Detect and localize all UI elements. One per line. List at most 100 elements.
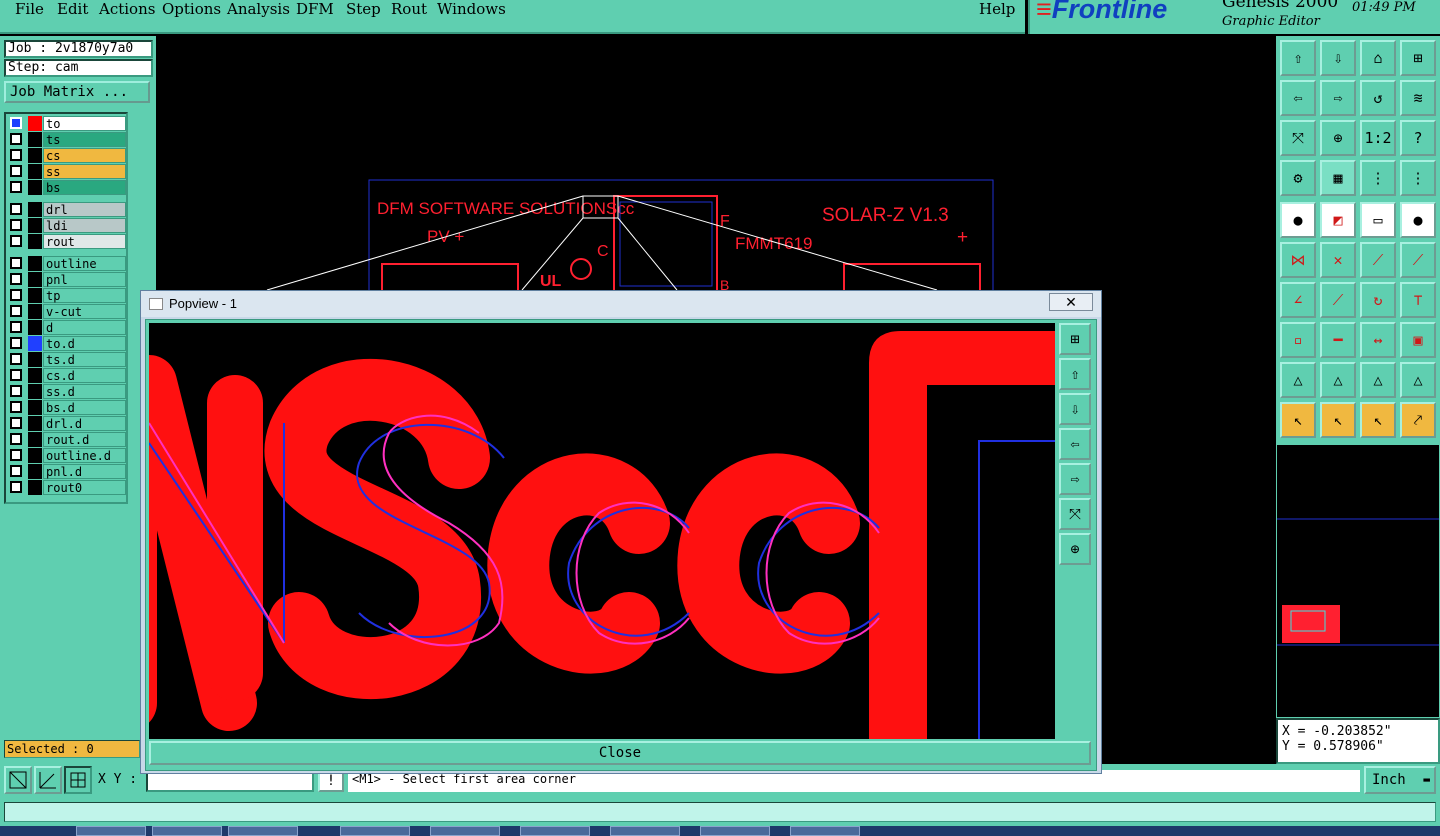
zoom-window-icon[interactable]: ⊞ xyxy=(1059,323,1091,355)
zoom-fit-icon[interactable]: ⤧ xyxy=(1059,498,1091,530)
unit-selector[interactable]: Inch ▬ xyxy=(1364,766,1436,794)
line-h-icon[interactable]: ━ xyxy=(1320,322,1356,358)
layer-name[interactable]: tp xyxy=(43,288,126,303)
layer-checkbox[interactable] xyxy=(10,337,22,349)
stretch-icon[interactable]: ↔ xyxy=(1360,322,1396,358)
layer-row[interactable]: to.d xyxy=(8,336,128,351)
cross-icon[interactable]: ✕ xyxy=(1320,242,1356,278)
close-icon[interactable]: ✕ xyxy=(1049,293,1093,311)
layer-row[interactable]: bs.d xyxy=(8,400,128,415)
layer-checkbox[interactable] xyxy=(10,401,22,413)
layer-checkbox[interactable] xyxy=(10,133,22,145)
layer-checkbox[interactable] xyxy=(10,385,22,397)
ruler-icon[interactable]: ▭ xyxy=(1360,202,1396,238)
line-icon[interactable]: ⟋ xyxy=(1360,242,1396,278)
pan-up-icon[interactable]: ⇧ xyxy=(1059,358,1091,390)
menu-windows[interactable]: Windows xyxy=(437,0,506,18)
fill-icon[interactable]: ◩ xyxy=(1320,202,1356,238)
layer-checkbox[interactable] xyxy=(10,417,22,429)
circle-icon[interactable]: ● xyxy=(1400,202,1436,238)
menu-file[interactable]: File xyxy=(15,0,44,18)
pan-right-icon[interactable]: ⇨ xyxy=(1059,463,1091,495)
popview-canvas[interactable] xyxy=(149,323,1055,739)
menu-options[interactable]: Options xyxy=(162,0,221,18)
menu-edit[interactable]: Edit xyxy=(57,0,88,18)
layer-name[interactable]: ss xyxy=(43,164,126,179)
menu-step[interactable]: Step xyxy=(346,0,381,18)
layer-row[interactable]: outline.d xyxy=(8,448,128,463)
layer-checkbox[interactable] xyxy=(10,481,22,493)
pointer-icon[interactable]: ↖ xyxy=(1280,402,1316,438)
window-icon[interactable]: ⊞ xyxy=(1400,40,1436,76)
layer-checkbox[interactable] xyxy=(10,219,22,231)
rotate-icon[interactable]: ↻ xyxy=(1360,282,1396,318)
layer-row[interactable]: cs xyxy=(8,148,128,163)
layer-checkbox[interactable] xyxy=(10,257,22,269)
close-button[interactable]: Close xyxy=(149,741,1091,765)
layer-checkbox[interactable] xyxy=(10,165,22,177)
arc-2-icon[interactable]: △ xyxy=(1320,362,1356,398)
layer-checkbox[interactable] xyxy=(10,305,22,317)
layer-checkbox[interactable] xyxy=(10,273,22,285)
pan-right-icon[interactable]: ⇨ xyxy=(1320,80,1356,116)
measure-icon[interactable] xyxy=(34,766,62,794)
layer-checkbox[interactable] xyxy=(10,235,22,247)
layer-row[interactable]: ts.d xyxy=(8,352,128,367)
settings-icon[interactable]: ⚙ xyxy=(1280,160,1316,196)
diag-line-icon[interactable]: ⟋ xyxy=(1320,282,1356,318)
layer-row[interactable]: v-cut xyxy=(8,304,128,319)
layer-row[interactable]: rout.d xyxy=(8,432,128,447)
layer-name[interactable]: rout0 xyxy=(43,480,126,495)
layer-name[interactable]: ss.d xyxy=(43,384,126,399)
scale-icon[interactable]: 1:2 xyxy=(1360,120,1396,156)
layer-name[interactable]: ts.d xyxy=(43,352,126,367)
layer-name[interactable]: v-cut xyxy=(43,304,126,319)
connect-icon[interactable]: ⋈ xyxy=(1280,242,1316,278)
group-icon[interactable]: ▣ xyxy=(1400,322,1436,358)
layer-row[interactable]: tp xyxy=(8,288,128,303)
layer-row[interactable]: to xyxy=(8,116,128,131)
layer-name[interactable]: pnl.d xyxy=(43,464,126,479)
layer-name[interactable]: rout xyxy=(43,234,126,249)
pan-up-icon[interactable]: ⇧ xyxy=(1280,40,1316,76)
node-icon[interactable]: ▫ xyxy=(1280,322,1316,358)
overview-map[interactable] xyxy=(1276,444,1440,718)
layer-checkbox[interactable] xyxy=(10,433,22,445)
layer-name[interactable]: rout.d xyxy=(43,432,126,447)
layer-name[interactable]: cs.d xyxy=(43,368,126,383)
layer-checkbox[interactable] xyxy=(10,289,22,301)
grid-icon[interactable]: ▦ xyxy=(1320,160,1356,196)
layer-toggle-alt-icon[interactable]: ⋮ xyxy=(1400,160,1436,196)
layer-row[interactable]: ldi xyxy=(8,218,128,233)
layer-row[interactable]: drl xyxy=(8,202,128,217)
grid-icon[interactable] xyxy=(64,766,92,794)
layer-name[interactable]: drl xyxy=(43,202,126,217)
arc-4-icon[interactable]: △ xyxy=(1400,362,1436,398)
layer-checkbox[interactable] xyxy=(10,369,22,381)
arc-icon[interactable]: △ xyxy=(1280,362,1316,398)
layer-name[interactable]: drl.d xyxy=(43,416,126,431)
layer-name[interactable]: bs.d xyxy=(43,400,126,415)
pan-down-icon[interactable]: ⇩ xyxy=(1059,393,1091,425)
menu-help[interactable]: Help xyxy=(979,0,1015,18)
menu-actions[interactable]: Actions xyxy=(99,0,155,18)
layer-row[interactable]: bs xyxy=(8,180,128,195)
layer-row[interactable]: pnl.d xyxy=(8,464,128,479)
layer-checkbox[interactable] xyxy=(10,353,22,365)
layer-row[interactable]: drl.d xyxy=(8,416,128,431)
route-icon[interactable]: ⤤ xyxy=(1400,402,1436,438)
layer-row[interactable]: outline xyxy=(8,256,128,271)
layer-row[interactable]: pnl xyxy=(8,272,128,287)
pan-left-icon[interactable]: ⇦ xyxy=(1059,428,1091,460)
pad-icon[interactable]: ● xyxy=(1280,202,1316,238)
layer-name[interactable]: ldi xyxy=(43,218,126,233)
layer-name[interactable]: d xyxy=(43,320,126,335)
layer-name[interactable]: bs xyxy=(43,180,126,195)
layer-row[interactable]: rout0 xyxy=(8,480,128,495)
layer-name[interactable]: to.d xyxy=(43,336,126,351)
layer-row[interactable]: ts xyxy=(8,132,128,147)
text-icon[interactable]: ⊤ xyxy=(1400,282,1436,318)
layer-toggle-icon[interactable]: ⋮ xyxy=(1360,160,1396,196)
menu-analysis[interactable]: Analysis xyxy=(227,0,290,18)
home-icon[interactable]: ⌂ xyxy=(1360,40,1396,76)
